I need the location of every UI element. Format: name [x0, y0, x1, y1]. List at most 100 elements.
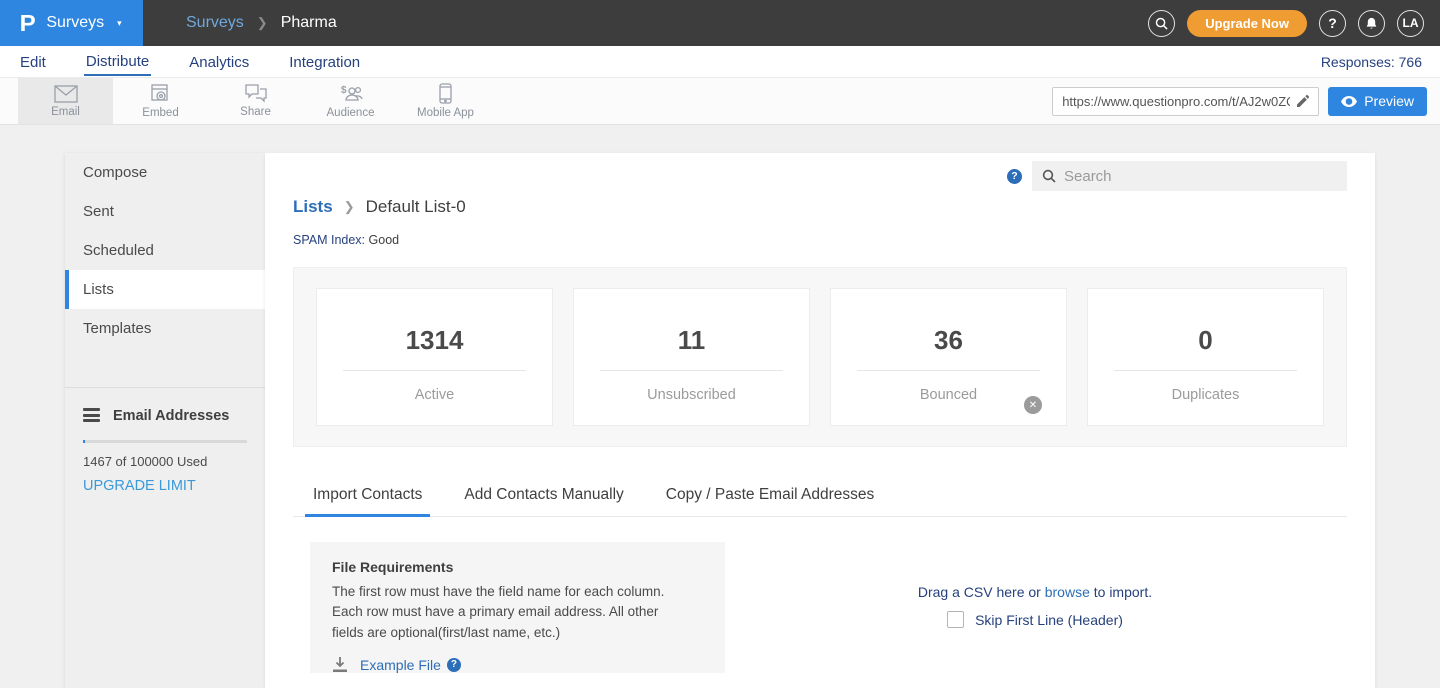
csv-import-area[interactable]: Drag a CSV here or browse to import. Ski…	[725, 584, 1345, 628]
stat-value: 1314	[406, 325, 464, 356]
contacts-tabs: Import Contacts Add Contacts Manually Co…	[293, 480, 1347, 517]
email-sidebar: Compose Sent Scheduled Lists Templates E…	[65, 153, 265, 688]
search-box	[1032, 161, 1347, 191]
toolbar-item-audience[interactable]: $ Audience	[303, 78, 398, 124]
stat-divider	[343, 370, 526, 371]
stat-card-bounced[interactable]: 36 Bounced ✕	[830, 288, 1067, 426]
drag-text-post: to import.	[1090, 584, 1152, 600]
list-icon	[83, 408, 100, 425]
usage-progress-bar	[83, 440, 247, 443]
search-input[interactable]	[1064, 168, 1337, 185]
sidebar-item-scheduled[interactable]: Scheduled	[65, 231, 265, 270]
stat-label: Unsubscribed	[647, 387, 736, 403]
file-requirements-body: The first row must have the field name f…	[332, 582, 692, 643]
skip-first-line-checkbox[interactable]	[947, 611, 964, 628]
clear-bounced-button[interactable]: ✕	[1024, 396, 1042, 414]
file-requirements-title: File Requirements	[332, 559, 703, 575]
tab-import-contacts[interactable]: Import Contacts	[305, 480, 430, 517]
breadcrumb: Surveys ❯ Pharma	[186, 14, 337, 32]
product-switcher[interactable]: P Surveys ▾	[0, 0, 143, 46]
stat-card-unsubscribed[interactable]: 11 Unsubscribed	[573, 288, 810, 426]
search-icon	[1155, 17, 1168, 30]
stat-value: 11	[678, 325, 706, 356]
stat-value: 36	[934, 325, 963, 356]
email-addresses-title: Email Addresses	[113, 408, 229, 424]
browse-link[interactable]: browse	[1045, 584, 1090, 600]
questionpro-logo-icon: P	[20, 10, 36, 37]
example-file-link[interactable]: Example File	[360, 657, 441, 673]
main-panel: ? Lists ❯ Default List-0 SPAM Index: Goo…	[265, 153, 1375, 688]
example-file-help-icon[interactable]: ?	[447, 658, 461, 672]
envelope-icon	[54, 85, 78, 103]
toolbar-item-label: Email	[51, 106, 80, 118]
skip-first-line-row: Skip First Line (Header)	[947, 611, 1123, 628]
upgrade-limit-link[interactable]: UPGRADE LIMIT	[83, 478, 247, 494]
distribute-toolbar: Email Embed Share $ Audience Mobile App	[0, 78, 1440, 125]
search-icon	[1042, 169, 1056, 183]
spam-index-value: Good	[369, 233, 400, 247]
download-icon	[332, 657, 348, 673]
help-button[interactable]: ?	[1319, 10, 1346, 37]
stat-card-duplicates[interactable]: 0 Duplicates	[1087, 288, 1324, 426]
mobile-icon	[439, 83, 452, 104]
search-button[interactable]	[1148, 10, 1175, 37]
avatar-initials: LA	[1403, 16, 1419, 30]
lists-link[interactable]: Lists	[293, 197, 333, 217]
breadcrumb-separator: ❯	[257, 15, 268, 31]
header-actions: Upgrade Now ? LA	[1148, 10, 1440, 37]
edit-url-pencil-icon[interactable]	[1294, 94, 1318, 108]
email-addresses-block: Email Addresses 1467 of 100000 Used UPGR…	[65, 388, 265, 494]
breadcrumb-survey-name[interactable]: Pharma	[281, 14, 337, 32]
list-search-row: ?	[1007, 161, 1347, 191]
tab-analytics[interactable]: Analytics	[187, 49, 251, 75]
list-breadcrumb: Lists ❯ Default List-0	[293, 197, 466, 217]
embed-icon	[151, 84, 171, 104]
toolbar-item-label: Audience	[327, 107, 375, 119]
toolbar-item-email[interactable]: Email	[18, 78, 113, 124]
drag-text-pre: Drag a CSV here or	[918, 584, 1045, 600]
stat-divider	[857, 370, 1040, 371]
avatar[interactable]: LA	[1397, 10, 1424, 37]
sidebar-item-lists[interactable]: Lists	[65, 270, 265, 309]
tab-integration[interactable]: Integration	[287, 49, 362, 75]
toolbar-item-share[interactable]: Share	[208, 78, 303, 124]
stat-divider	[600, 370, 783, 371]
stat-label: Duplicates	[1172, 387, 1240, 403]
breadcrumb-surveys-link[interactable]: Surveys	[186, 14, 244, 32]
tab-edit[interactable]: Edit	[18, 49, 48, 75]
stat-value: 0	[1198, 325, 1212, 356]
chevron-down-icon: ▾	[117, 18, 122, 29]
skip-first-line-label: Skip First Line (Header)	[975, 612, 1123, 628]
tab-distribute[interactable]: Distribute	[84, 48, 151, 76]
survey-url-input[interactable]	[1053, 94, 1294, 109]
stat-card-active[interactable]: 1314 Active	[316, 288, 553, 426]
stat-divider	[1114, 370, 1297, 371]
stat-label: Active	[415, 387, 455, 403]
tab-copy-paste-email-addresses[interactable]: Copy / Paste Email Addresses	[658, 480, 883, 517]
survey-nav: Edit Distribute Analytics Integration Re…	[0, 46, 1440, 78]
eye-icon	[1341, 96, 1357, 107]
spam-index-row: SPAM Index: Good	[293, 233, 399, 247]
file-requirements-box: File Requirements The first row must hav…	[310, 542, 725, 673]
responses-count[interactable]: Responses: 766	[1321, 54, 1422, 70]
toolbar-item-mobile-app[interactable]: Mobile App	[398, 78, 493, 124]
sidebar-item-templates[interactable]: Templates	[65, 309, 265, 348]
sidebar-item-compose[interactable]: Compose	[65, 153, 265, 192]
help-icon[interactable]: ?	[1007, 169, 1022, 184]
drag-csv-text: Drag a CSV here or browse to import.	[918, 584, 1152, 600]
preview-label: Preview	[1364, 93, 1414, 109]
toolbar-item-embed[interactable]: Embed	[113, 78, 208, 124]
upgrade-now-button[interactable]: Upgrade Now	[1187, 10, 1307, 37]
survey-url-box	[1052, 87, 1319, 116]
toolbar-item-label: Mobile App	[417, 107, 474, 119]
notifications-button[interactable]	[1358, 10, 1385, 37]
svg-text:$: $	[341, 85, 347, 96]
toolbar-item-label: Share	[240, 106, 271, 118]
share-icon	[245, 84, 267, 103]
toolbar-item-label: Embed	[142, 107, 178, 119]
tab-add-contacts-manually[interactable]: Add Contacts Manually	[456, 480, 631, 517]
sidebar-item-sent[interactable]: Sent	[65, 192, 265, 231]
breadcrumb-separator: ❯	[344, 199, 355, 215]
product-switcher-label: Surveys	[46, 14, 104, 32]
preview-button[interactable]: Preview	[1328, 87, 1427, 116]
